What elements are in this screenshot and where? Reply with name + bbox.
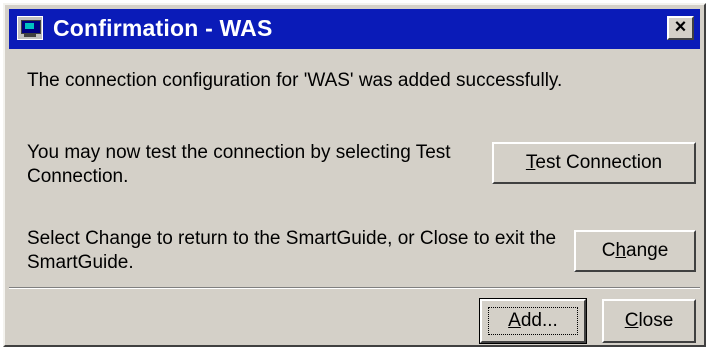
change-mnemonic: h <box>615 240 627 261</box>
confirmation-dialog: Confirmation - WAS × The connection conf… <box>3 3 706 347</box>
close-mnemonic: C <box>624 310 639 331</box>
footer-separator <box>9 287 700 289</box>
change-hint: Select Change to return to the SmartGuid… <box>27 228 557 273</box>
change-label-pre: C <box>601 240 616 261</box>
window-title: Confirmation - WAS <box>53 15 273 41</box>
change-button[interactable]: Change <box>574 230 696 272</box>
test-connection-mnemonic: T <box>525 152 536 173</box>
add-button[interactable]: Add... <box>479 298 587 344</box>
close-label: lose <box>638 310 674 331</box>
db2-computer-icon <box>17 16 43 40</box>
close-icon[interactable]: × <box>667 16 694 40</box>
title-bar[interactable]: Confirmation - WAS × <box>9 9 700 49</box>
success-message: The connection configuration for 'WAS' w… <box>27 70 563 91</box>
test-connection-hint: You may now test the connection by selec… <box>27 142 451 187</box>
test-connection-button[interactable]: Test Connection <box>492 142 696 184</box>
test-connection-label: est Connection <box>535 152 663 173</box>
close-button[interactable]: Close <box>602 299 696 343</box>
focus-rectangle <box>488 307 578 335</box>
change-label-rest: ange <box>626 240 669 261</box>
